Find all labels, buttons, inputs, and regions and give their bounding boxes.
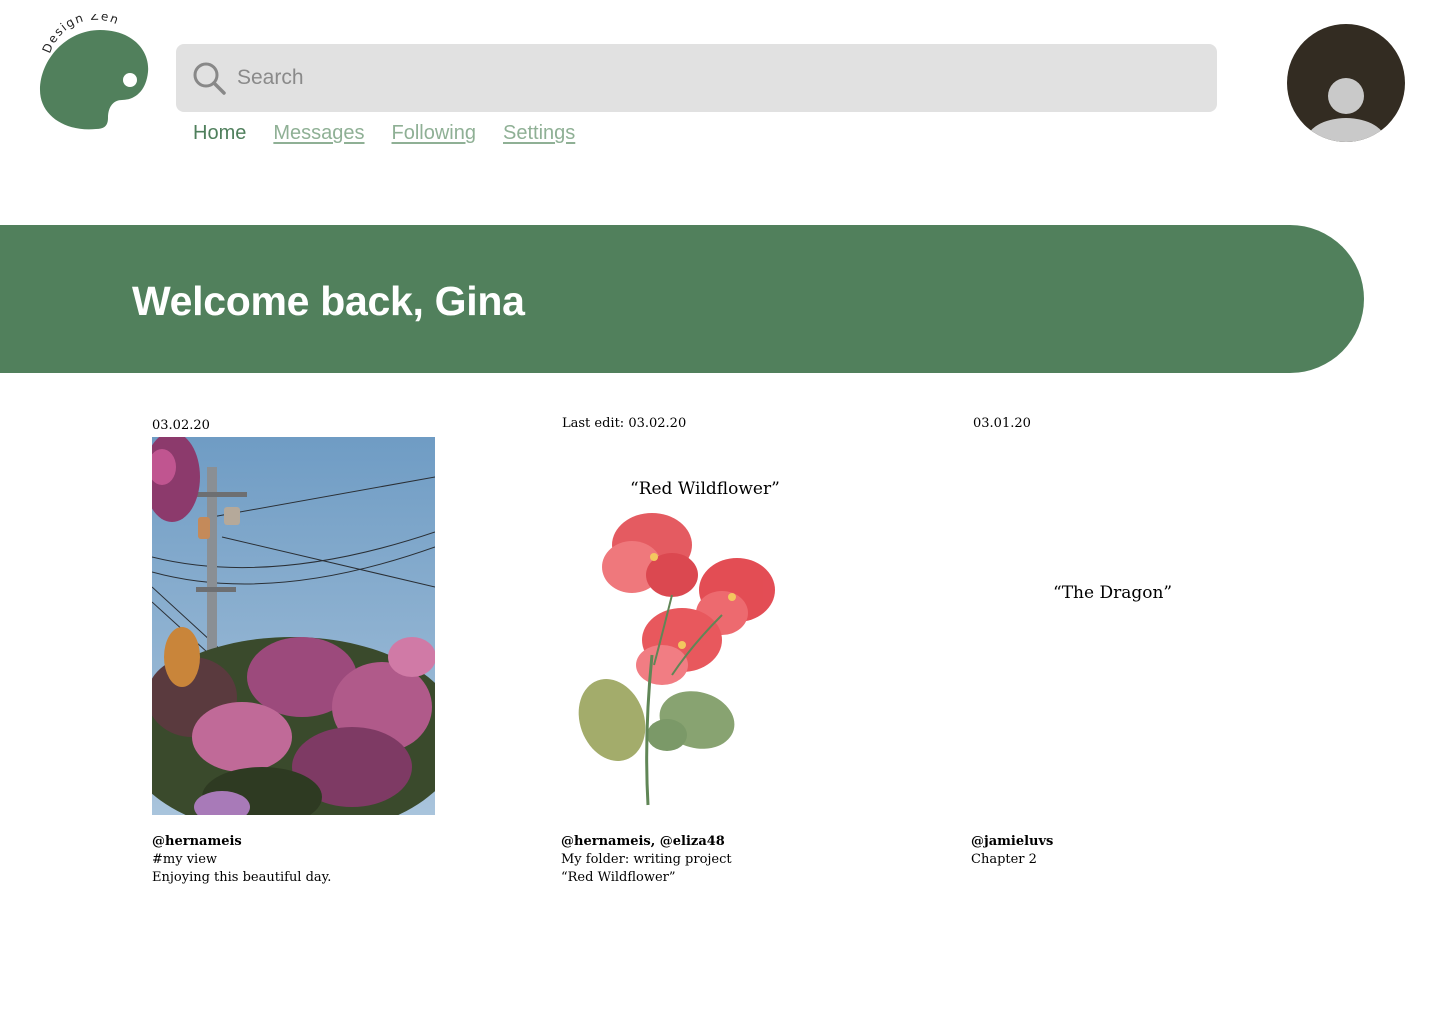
search-bar[interactable] <box>176 44 1217 112</box>
post-username[interactable]: @hernameis, @eliza48 <box>561 833 732 851</box>
post-description: Enjoying this beautiful day. <box>152 870 332 885</box>
post-tag[interactable]: #my view <box>152 851 331 869</box>
post-title[interactable]: “Red Wildflower” <box>630 479 780 499</box>
post-caption: @jamieluvs Chapter 2 <box>971 833 1053 869</box>
post-date: 03.02.20 <box>152 418 210 433</box>
post-folder[interactable]: My folder: writing project <box>561 851 732 869</box>
post-username[interactable]: @hernameis <box>152 833 331 851</box>
user-silhouette-icon <box>1306 78 1386 142</box>
main-nav: Home Messages Following Settings <box>193 122 575 145</box>
search-input[interactable] <box>235 65 1139 91</box>
post-caption: @hernameis #my view Enjoying this beauti… <box>152 833 331 887</box>
design-zen-logo[interactable]: Design Zen <box>36 14 156 134</box>
post-image-red-wildflower[interactable] <box>572 505 792 810</box>
nav-following[interactable]: Following <box>392 122 476 145</box>
nav-home[interactable]: Home <box>193 122 246 145</box>
nav-messages[interactable]: Messages <box>273 122 364 145</box>
nav-settings[interactable]: Settings <box>503 122 575 145</box>
post-title[interactable]: “The Dragon” <box>1053 583 1172 603</box>
welcome-banner: Welcome back, Gina <box>0 225 1364 373</box>
post-photo-flowers[interactable] <box>152 437 435 815</box>
post-date: 03.01.20 <box>973 416 1031 431</box>
post-date: Last edit: 03.02.20 <box>562 416 687 431</box>
search-icon <box>193 62 226 95</box>
welcome-heading: Welcome back, Gina <box>132 278 525 324</box>
post-caption: @hernameis, @eliza48 My folder: writing … <box>561 833 732 887</box>
post-username[interactable]: @jamieluvs <box>971 833 1053 851</box>
post-description: “Red Wildflower” <box>561 870 676 885</box>
post-chapter: Chapter 2 <box>971 852 1037 867</box>
avatar[interactable] <box>1287 24 1405 142</box>
